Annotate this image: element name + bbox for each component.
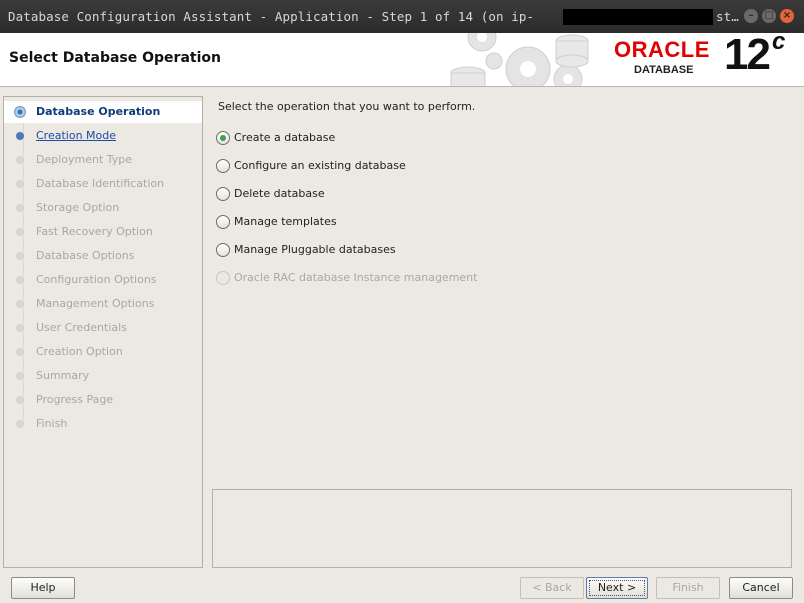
step-pending-icon bbox=[16, 204, 24, 212]
maximize-button[interactable]: □ bbox=[762, 9, 776, 23]
help-button[interactable]: Help bbox=[11, 577, 75, 599]
step-pending-icon bbox=[16, 180, 24, 188]
version-badge: 12 c bbox=[724, 28, 785, 80]
step-summary: Summary bbox=[4, 365, 202, 387]
steps-panel: Database Operation Creation Mode Deploym… bbox=[3, 96, 203, 568]
step-pending-icon bbox=[16, 252, 24, 260]
step-user-credentials: User Credentials bbox=[4, 317, 202, 339]
radio-icon[interactable] bbox=[216, 243, 230, 257]
step-finish: Finish bbox=[4, 413, 202, 435]
step-pending-icon bbox=[16, 324, 24, 332]
step-storage-option: Storage Option bbox=[4, 197, 202, 219]
close-window-button[interactable]: × bbox=[780, 9, 794, 23]
radio-icon[interactable] bbox=[216, 187, 230, 201]
step-creation-option: Creation Option bbox=[4, 341, 202, 363]
cancel-button[interactable]: Cancel bbox=[729, 577, 793, 599]
step-creation-mode[interactable]: Creation Mode bbox=[4, 125, 202, 147]
back-button: < Back bbox=[520, 577, 584, 599]
step-pending-icon bbox=[16, 276, 24, 284]
radio-icon[interactable] bbox=[216, 159, 230, 173]
redacted-hostname bbox=[563, 9, 713, 25]
gears-graphic-icon bbox=[440, 33, 600, 86]
step-pending-icon bbox=[16, 396, 24, 404]
window-title-tail: st… bbox=[716, 9, 739, 24]
step-pending-icon bbox=[16, 420, 24, 428]
oracle-database-label: DATABASE bbox=[634, 64, 694, 76]
window-titlebar[interactable]: Database Configuration Assistant - Appli… bbox=[0, 0, 804, 33]
finish-button: Finish bbox=[656, 577, 720, 599]
page-title: Select Database Operation bbox=[9, 50, 221, 66]
radio-icon[interactable] bbox=[216, 215, 230, 229]
step-pending-icon bbox=[16, 372, 24, 380]
radio-selected-icon[interactable] bbox=[216, 131, 230, 145]
step-pending-icon bbox=[16, 228, 24, 236]
step-deployment-type: Deployment Type bbox=[4, 149, 202, 171]
step-configuration-options: Configuration Options bbox=[4, 269, 202, 291]
step-pending-icon bbox=[16, 156, 24, 164]
step-next-icon bbox=[16, 132, 24, 140]
step-database-options: Database Options bbox=[4, 245, 202, 267]
version-suffix: c bbox=[771, 28, 785, 56]
step-database-identification: Database Identification bbox=[4, 173, 202, 195]
next-button[interactable]: Next > bbox=[586, 577, 648, 599]
step-progress-page: Progress Page bbox=[4, 389, 202, 411]
step-fast-recovery-option: Fast Recovery Option bbox=[4, 221, 202, 243]
step-pending-icon bbox=[16, 300, 24, 308]
step-current-icon bbox=[14, 106, 26, 118]
step-pending-icon bbox=[16, 348, 24, 356]
instruction-text: Select the operation that you want to pe… bbox=[218, 100, 476, 113]
window-title: Database Configuration Assistant - Appli… bbox=[8, 9, 535, 24]
oracle-logo: ORACLE bbox=[614, 37, 710, 62]
version-number: 12 bbox=[724, 30, 771, 79]
radio-disabled-icon bbox=[216, 271, 230, 285]
message-area bbox=[212, 489, 792, 568]
step-database-operation[interactable]: Database Operation bbox=[4, 101, 202, 123]
step-management-options: Management Options bbox=[4, 293, 202, 315]
minimize-button[interactable]: – bbox=[744, 9, 758, 23]
